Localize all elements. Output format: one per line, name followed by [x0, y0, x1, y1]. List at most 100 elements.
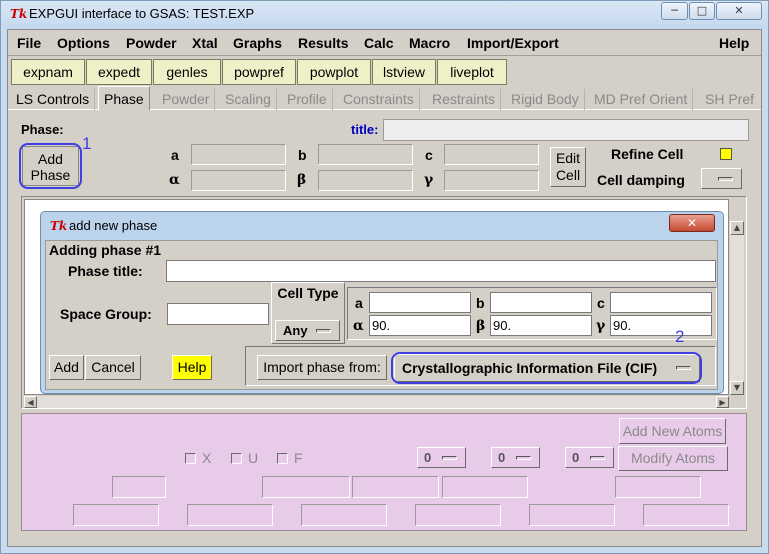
phase-title-field[interactable]: [383, 119, 749, 141]
refine-u-label: U: [248, 450, 259, 466]
menu-graphs[interactable]: Graphs: [233, 31, 282, 56]
cell-a-field[interactable]: [191, 144, 286, 165]
modify-atoms-button[interactable]: Modify Atoms: [618, 446, 728, 471]
tab-md-pref-orient[interactable]: MD Pref Orient: [589, 89, 694, 110]
atom-field-1[interactable]: [112, 476, 166, 498]
cell-beta-field[interactable]: [318, 170, 413, 191]
cell-type-menu[interactable]: Any: [275, 320, 340, 341]
toolbar-expedt-button[interactable]: expedt: [86, 59, 152, 85]
tab-constraints[interactable]: Constraints: [338, 89, 420, 110]
dialog-phase-title-input[interactable]: [166, 260, 716, 282]
edit-cell-button[interactable]: Edit Cell: [550, 147, 586, 187]
menu-help[interactable]: Help: [719, 31, 749, 56]
dialog-tk-logo-icon: Tk: [50, 219, 68, 233]
import-phase-from-button[interactable]: Import phase from:: [257, 355, 387, 380]
refine-cell-checkbox[interactable]: [720, 148, 732, 160]
tab-scaling[interactable]: Scaling: [220, 89, 277, 110]
cell-a-label: a: [171, 147, 179, 163]
toolbar-powplot-button[interactable]: powplot: [297, 59, 371, 85]
cell-b-label: b: [298, 147, 307, 163]
toolbar-powpref-button[interactable]: powpref: [222, 59, 296, 85]
dialog-help-button[interactable]: Help: [172, 355, 212, 380]
cell-b-field[interactable]: [318, 144, 413, 165]
annotation-circle-1: [19, 143, 82, 189]
add-new-atoms-button[interactable]: Add New Atoms: [619, 418, 726, 444]
menu-options[interactable]: Options: [57, 31, 110, 56]
cell-beta-label: β: [297, 172, 307, 188]
dialog-cell-b-input[interactable]: [490, 292, 592, 313]
toolbar-expnam-button[interactable]: expnam: [11, 59, 85, 85]
cell-damping-label: Cell damping: [597, 172, 685, 188]
dialog-cell-c-label: c: [597, 295, 605, 311]
atom-field-5[interactable]: [615, 476, 701, 498]
cell-c-label: c: [425, 147, 433, 163]
menu-xtal[interactable]: Xtal: [192, 31, 218, 56]
tab-restraints[interactable]: Restraints: [427, 89, 502, 110]
menu-macro[interactable]: Macro: [409, 31, 450, 56]
refine-u-checkbox[interactable]: [231, 453, 242, 464]
toolbar-genles-button[interactable]: genles: [153, 59, 221, 85]
tab-sh-pref[interactable]: SH Pref: [700, 89, 760, 110]
damping-u-menu[interactable]: 0: [491, 447, 540, 468]
cell-type-label: Cell Type: [277, 285, 339, 301]
space-group-input[interactable]: [167, 303, 269, 325]
refine-f-checkbox[interactable]: [277, 453, 288, 464]
dialog-cell-c-input[interactable]: [610, 292, 712, 313]
menu-bar: File Options Powder Xtal Graphs Results …: [8, 31, 761, 56]
refine-x-label: X: [202, 450, 212, 466]
scroll-down-icon[interactable]: ▼: [730, 381, 744, 395]
cell-gamma-field[interactable]: [444, 170, 539, 191]
dialog-alpha-input[interactable]: 90.: [369, 315, 471, 336]
atom-list-vscrollbar[interactable]: [730, 221, 744, 395]
cell-alpha-field[interactable]: [191, 170, 286, 191]
atom-field-9[interactable]: [415, 504, 501, 526]
menu-powder[interactable]: Powder: [126, 31, 177, 56]
atom-field-7[interactable]: [187, 504, 273, 526]
menu-calc[interactable]: Calc: [364, 31, 394, 56]
phase-label: Phase:: [21, 122, 64, 137]
toolbar-lstview-button[interactable]: lstview: [372, 59, 436, 85]
tab-phase[interactable]: Phase: [98, 86, 150, 110]
scroll-right-icon[interactable]: ▶: [716, 396, 729, 408]
tk-logo-icon: Tk: [10, 7, 28, 21]
minimize-button[interactable]: ─: [661, 2, 688, 20]
menu-results[interactable]: Results: [298, 31, 349, 56]
toolbar-liveplot-button[interactable]: liveplot: [437, 59, 507, 85]
atom-field-4[interactable]: [442, 476, 528, 498]
tab-rigid-body[interactable]: Rigid Body: [506, 89, 585, 110]
cell-damping-menu[interactable]: [701, 168, 742, 189]
cell-c-field[interactable]: [444, 144, 539, 165]
maximize-button[interactable]: □: [689, 2, 715, 20]
atom-field-11[interactable]: [643, 504, 729, 526]
annotation-circle-2: [391, 352, 702, 384]
tab-powder[interactable]: Powder: [157, 89, 216, 110]
damping-x-menu[interactable]: 0: [417, 447, 466, 468]
scroll-up-icon[interactable]: ▲: [730, 221, 744, 235]
window-close-button[interactable]: ✕: [716, 2, 762, 20]
dialog-cell-a-input[interactable]: [369, 292, 471, 313]
menu-import-export[interactable]: Import/Export: [467, 31, 559, 56]
atom-list-hscrollbar[interactable]: [24, 396, 729, 408]
dialog-gamma-input[interactable]: 90.: [610, 315, 712, 336]
scroll-left-icon[interactable]: ◀: [24, 396, 37, 408]
atom-field-2[interactable]: [262, 476, 350, 498]
atom-field-6[interactable]: [73, 504, 159, 526]
tab-ls-controls[interactable]: LS Controls: [11, 89, 96, 110]
atom-field-8[interactable]: [301, 504, 387, 526]
tab-profile[interactable]: Profile: [282, 89, 333, 110]
menu-file[interactable]: File: [17, 31, 41, 56]
dialog-beta-input[interactable]: 90.: [490, 315, 592, 336]
damping-f-menu[interactable]: 0: [565, 447, 614, 468]
dialog-cancel-button[interactable]: Cancel: [85, 355, 141, 380]
atom-field-10[interactable]: [529, 504, 615, 526]
damping-u-value: 0: [498, 450, 506, 465]
atom-field-3[interactable]: [352, 476, 439, 498]
dialog-cell-b-label: b: [476, 295, 485, 311]
refine-x-checkbox[interactable]: [185, 453, 196, 464]
dialog-add-button[interactable]: Add: [49, 355, 84, 380]
annotation-number-2: 2: [675, 327, 685, 346]
cell-alpha-label: α: [169, 172, 180, 188]
dialog-close-button[interactable]: ✕: [669, 214, 715, 232]
dialog-heading: Adding phase #1: [49, 242, 162, 258]
dialog-beta-label: β: [476, 318, 486, 334]
